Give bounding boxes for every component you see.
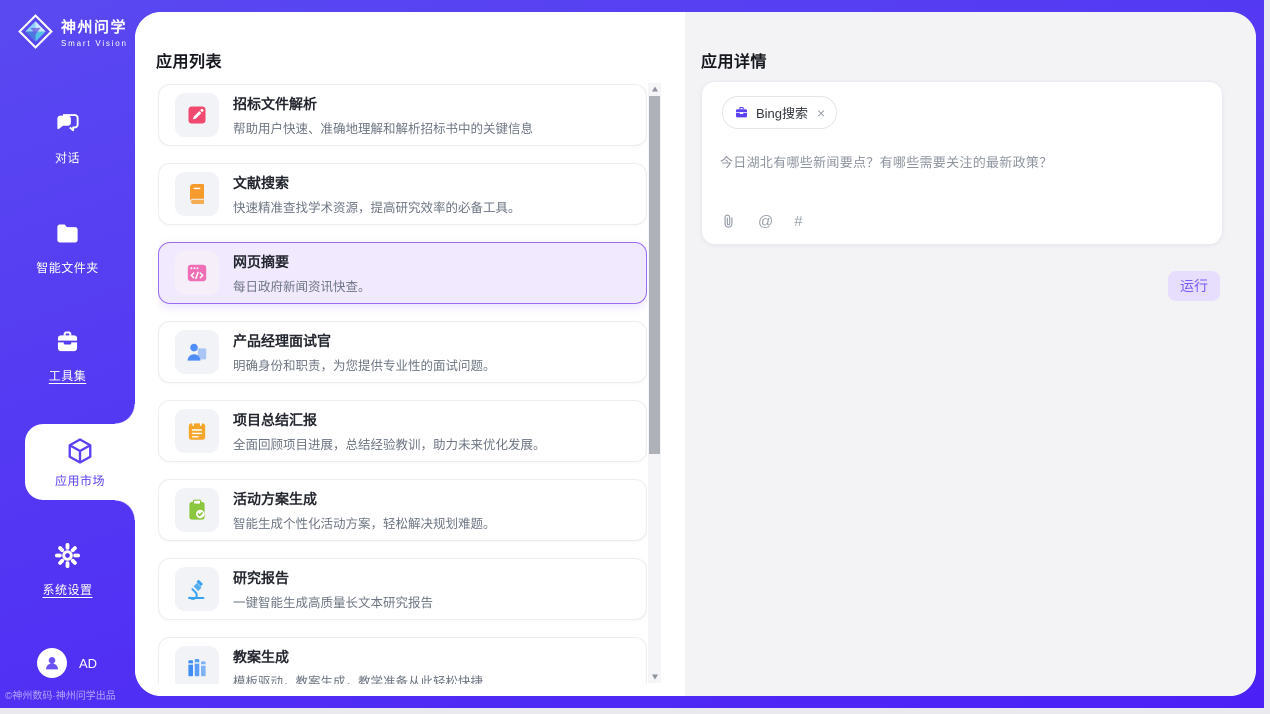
app-card[interactable]: 项目总结汇报 全面回顾项目进展，总结经验教训，助力未来优化发展。 — [158, 400, 647, 462]
sidebar-item-label: 系统设置 — [0, 581, 135, 598]
attachment-icon[interactable] — [720, 213, 737, 230]
app-list-pane: 应用列表 招标文件解析 帮助用户快速、准确地理解和解析招标书中的关键信息 文献搜… — [135, 12, 685, 696]
scrollbar-up-arrow[interactable] — [648, 83, 661, 95]
gear-icon — [54, 542, 81, 569]
brand-subtitle: Smart Vision — [61, 39, 128, 48]
app-icon — [175, 93, 219, 137]
app-card[interactable]: 教案生成 模板驱动，教案生成，教学准备从此轻松快捷 — [158, 637, 647, 684]
app-card-description: 全面回顾项目进展，总结经验教训，助力未来优化发展。 — [233, 434, 546, 453]
app-card-title: 招标文件解析 — [233, 94, 533, 114]
sidebar-item-label: 对话 — [0, 149, 135, 166]
brand-logo: 神州问学 Smart Vision — [17, 13, 128, 50]
app-card-description: 模板驱动，教案生成，教学准备从此轻松快捷 — [233, 671, 483, 685]
scrollbar-thumb[interactable] — [649, 96, 660, 454]
scrollbar[interactable] — [648, 83, 661, 683]
page: 神州问学 Smart Vision 对话 智能文件夹 工具集 应用市场 — [0, 0, 1270, 714]
books-icon — [185, 656, 209, 680]
main-content: 应用列表 招标文件解析 帮助用户快速、准确地理解和解析招标书中的关键信息 文献搜… — [135, 12, 1256, 696]
user-icon — [43, 654, 61, 672]
app-card-description: 智能生成个性化活动方案，轻松解决规划难题。 — [233, 513, 496, 532]
app-card-title: 教案生成 — [233, 647, 483, 667]
briefcase-icon — [734, 105, 749, 120]
app-icon — [175, 172, 219, 216]
prompt-card: Bing搜索 × 今日湖北有哪些新闻要点？有哪些需要关注的最新政策？ @ # — [701, 81, 1223, 245]
app-card-title: 研究报告 — [233, 568, 433, 588]
app-card-description: 一键智能生成高质量长文本研究报告 — [233, 592, 433, 611]
app-icon — [175, 409, 219, 453]
cube-icon — [65, 436, 95, 466]
tool-tag-label: Bing搜索 — [756, 103, 808, 122]
brand-name: 神州问学 — [61, 16, 128, 37]
app-card-list: 招标文件解析 帮助用户快速、准确地理解和解析招标书中的关键信息 文献搜索 快速精… — [158, 84, 647, 684]
sidebar: 神州问学 Smart Vision 对话 智能文件夹 工具集 应用市场 — [0, 0, 135, 708]
sidebar-item-toolset[interactable]: 工具集 — [0, 328, 135, 384]
app-icon — [175, 488, 219, 532]
app-list-title: 应用列表 — [156, 48, 222, 72]
app-card[interactable]: 文献搜索 快速精准查找学术资源，提高研究效率的必备工具。 — [158, 163, 647, 225]
app-card-title: 文献搜索 — [233, 173, 521, 193]
sidebar-item-system-settings[interactable]: 系统设置 — [0, 542, 135, 598]
app-detail-title: 应用详情 — [701, 48, 767, 72]
book-icon — [185, 182, 209, 206]
hash-icon[interactable]: # — [794, 214, 802, 229]
scrollbar-down-arrow[interactable] — [648, 671, 661, 683]
clipboard-icon — [185, 498, 209, 522]
app-card[interactable]: 活动方案生成 智能生成个性化活动方案，轻松解决规划难题。 — [158, 479, 647, 541]
app-detail-pane: 应用详情 Bing搜索 × 今日湖北有哪些新闻要点？有哪些需要关注的最新政策？ … — [685, 12, 1256, 696]
tool-tag-close-icon[interactable]: × — [817, 106, 825, 120]
sidebar-item-label: 应用市场 — [55, 472, 105, 489]
app-card-description: 快速精准查找学术资源，提高研究效率的必备工具。 — [233, 197, 521, 216]
folder-icon — [54, 220, 81, 247]
app-card-description: 每日政府新闻资讯快查。 — [233, 276, 371, 295]
run-button[interactable]: 运行 — [1168, 271, 1220, 301]
app-icon — [175, 251, 219, 295]
edit-square-icon — [185, 103, 209, 127]
user-account[interactable]: AD — [37, 648, 97, 678]
browser-icon — [185, 261, 209, 285]
user-initials: AD — [79, 656, 97, 671]
app-card-title: 活动方案生成 — [233, 489, 496, 509]
sidebar-item-app-market[interactable]: 应用市场 — [25, 424, 135, 500]
sidebar-item-label: 智能文件夹 — [0, 259, 135, 276]
mention-icon[interactable]: @ — [758, 214, 773, 229]
sidebar-item-smart-folders[interactable]: 智能文件夹 — [0, 220, 135, 276]
brand-logo-icon — [17, 13, 54, 50]
copyright-text: ©神州数码·神州问学出品 — [0, 687, 135, 702]
app-card-description: 帮助用户快速、准确地理解和解析招标书中的关键信息 — [233, 118, 533, 137]
avatar — [37, 648, 67, 678]
app-card[interactable]: 招标文件解析 帮助用户快速、准确地理解和解析招标书中的关键信息 — [158, 84, 647, 146]
app-card[interactable]: 研究报告 一键智能生成高质量长文本研究报告 — [158, 558, 647, 620]
chat-icon — [54, 110, 81, 137]
app-window: 神州问学 Smart Vision 对话 智能文件夹 工具集 应用市场 — [0, 0, 1264, 708]
prompt-input[interactable]: 今日湖北有哪些新闻要点？有哪些需要关注的最新政策？ — [720, 152, 1204, 171]
microscope-icon — [185, 577, 209, 601]
tool-tag-bing-search[interactable]: Bing搜索 × — [722, 96, 837, 129]
app-icon — [175, 567, 219, 611]
app-icon — [175, 330, 219, 374]
app-card-title: 网页摘要 — [233, 252, 371, 272]
app-card[interactable]: 产品经理面试官 明确身份和职责，为您提供专业性的面试问题。 — [158, 321, 647, 383]
app-card[interactable]: 网页摘要 每日政府新闻资讯快查。 — [158, 242, 647, 304]
app-card-description: 明确身份和职责，为您提供专业性的面试问题。 — [233, 355, 496, 374]
sidebar-item-label: 工具集 — [0, 367, 135, 384]
note-icon — [185, 419, 209, 443]
prompt-toolbar: @ # — [720, 213, 803, 230]
sidebar-item-chat[interactable]: 对话 — [0, 110, 135, 166]
toolbox-icon — [54, 328, 81, 355]
app-card-title: 产品经理面试官 — [233, 331, 496, 351]
app-card-title: 项目总结汇报 — [233, 410, 546, 430]
app-icon — [175, 646, 219, 684]
interviewer-icon — [185, 340, 209, 364]
